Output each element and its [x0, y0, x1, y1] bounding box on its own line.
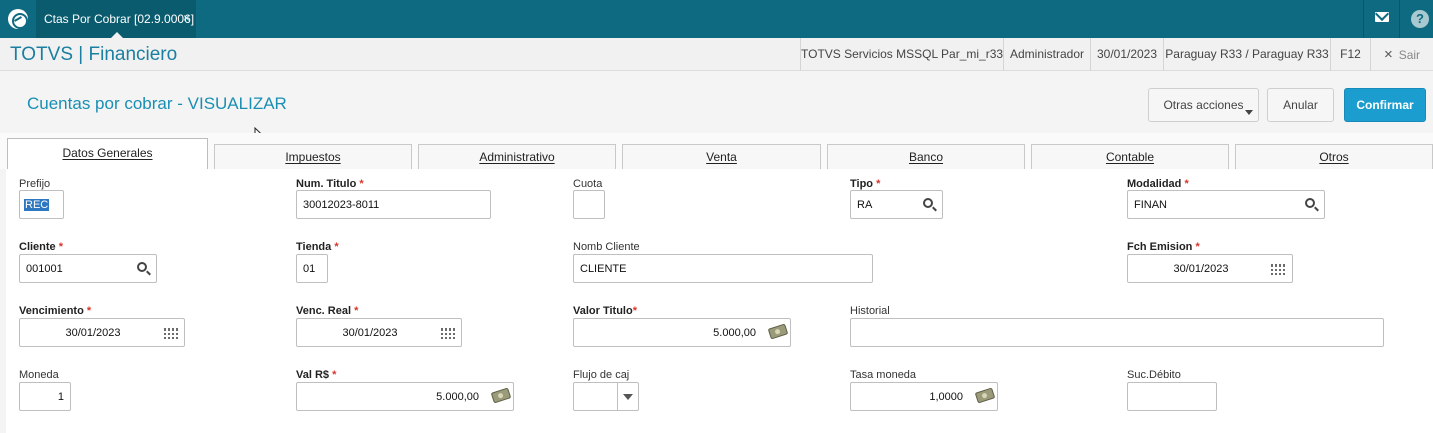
- tienda-label: Tienda *: [296, 241, 339, 253]
- val-rs-field[interactable]: 5.000,00: [296, 382, 514, 411]
- suc-debito-field[interactable]: [1127, 382, 1217, 411]
- tab-impuestos[interactable]: Impuestos: [214, 144, 412, 169]
- vencimiento-field[interactable]: 30/01/2023: [19, 318, 185, 347]
- prefijo-field[interactable]: REC: [19, 190, 64, 219]
- modalidad-field[interactable]: FINAN: [1127, 190, 1325, 219]
- f12-shortcut[interactable]: F12: [1330, 38, 1370, 71]
- other-actions-label: Otras acciones: [1163, 98, 1244, 112]
- app-bar: TOTVS | Financiero TOTVS Servicios MSSQL…: [0, 38, 1433, 71]
- prefijo-label: Prefijo: [19, 178, 51, 190]
- environment-info[interactable]: TOTVS Servicios MSSQL Par_mi_r33: [800, 38, 1003, 71]
- search-icon[interactable]: [1305, 198, 1315, 208]
- close-icon[interactable]: ×: [183, 11, 190, 25]
- tasa-moneda-label: Tasa moneda: [850, 369, 917, 381]
- branch-info[interactable]: Paraguay R33 / Paraguay R33: [1163, 38, 1330, 71]
- tab-otros[interactable]: Otros: [1235, 144, 1433, 169]
- cuota-field[interactable]: [573, 190, 605, 219]
- venc-real-field[interactable]: 30/01/2023: [296, 318, 462, 347]
- val-rs-label: Val R$ *: [296, 369, 337, 381]
- chevron-down-icon[interactable]: [623, 394, 633, 400]
- page-title: Cuentas por cobrar - VISUALIZAR: [27, 94, 287, 113]
- nomb-cliente-field[interactable]: CLIENTE: [573, 254, 873, 283]
- nomb-cliente-label: Nomb Cliente: [573, 241, 640, 253]
- help-icon[interactable]: ?: [1411, 10, 1429, 28]
- prefijo-value: REC: [24, 199, 50, 211]
- tienda-field[interactable]: 01: [296, 254, 328, 283]
- calendar-icon[interactable]: [164, 328, 178, 339]
- historial-label: Historial: [850, 305, 890, 317]
- close-icon: ×: [1383, 46, 1393, 63]
- cliente-label: Cliente *: [19, 241, 64, 253]
- page-header: Cuentas por cobrar - VISUALIZAR Otras ac…: [0, 71, 1433, 133]
- valor-titulo-field[interactable]: 5.000,00: [573, 318, 791, 347]
- select-divider: [617, 382, 618, 411]
- exit-label: Sair: [1398, 48, 1421, 62]
- venc-real-label: Venc. Real *: [296, 305, 359, 317]
- confirm-button[interactable]: Confirmar: [1344, 88, 1426, 122]
- top-bar: Ctas Por Cobrar [02.9.0006] × ?: [0, 0, 1433, 38]
- datos-generales-form: Prefijo REC Num. Titulo * 30012023-8011 …: [0, 169, 1433, 433]
- cuota-label: Cuota: [573, 178, 603, 190]
- num-titulo-label: Num. Titulo *: [296, 178, 364, 190]
- search-icon[interactable]: [137, 262, 147, 272]
- valor-titulo-label: Valor Titulo*: [573, 305, 637, 317]
- fch-emision-field[interactable]: 30/01/2023: [1127, 254, 1293, 283]
- vencimiento-label: Vencimiento *: [19, 305, 92, 317]
- other-actions-button[interactable]: Otras acciones: [1148, 88, 1259, 122]
- exit-button[interactable]: × Sair: [1370, 38, 1433, 71]
- tipo-label: Tipo *: [850, 178, 881, 190]
- tab-contable[interactable]: Contable: [1031, 144, 1229, 169]
- fch-emision-label: Fch Emision *: [1127, 241, 1200, 253]
- calendar-icon[interactable]: [441, 328, 455, 339]
- tab-administrativo[interactable]: Administrativo: [418, 144, 616, 169]
- cancel-button[interactable]: Anular: [1267, 88, 1334, 122]
- moneda-field[interactable]: 1: [19, 382, 71, 411]
- flujo-caja-label: Flujo de caj: [573, 369, 630, 381]
- search-icon[interactable]: [923, 198, 933, 208]
- num-titulo-field[interactable]: 30012023-8011: [296, 190, 491, 219]
- form-tabs: Datos Generales Impuestos Administrativo…: [0, 133, 1433, 169]
- app-title: TOTVS | Financiero: [10, 44, 178, 65]
- date-info[interactable]: 30/01/2023: [1090, 38, 1163, 71]
- suc-debito-label: Suc.Débito: [1127, 369, 1181, 381]
- modalidad-label: Modalidad *: [1127, 178, 1189, 190]
- tab-datos-generales[interactable]: Datos Generales: [7, 138, 208, 169]
- moneda-label: Moneda: [19, 369, 59, 381]
- calendar-icon[interactable]: [1271, 264, 1285, 275]
- totvs-logo-icon[interactable]: [8, 9, 28, 29]
- historial-field[interactable]: [850, 318, 1384, 347]
- tab-venta[interactable]: Venta: [622, 144, 821, 169]
- mail-icon[interactable]: [1375, 12, 1389, 22]
- user-info[interactable]: Administrador: [1003, 38, 1090, 71]
- tab-label: Ctas Por Cobrar [02.9.0006]: [44, 12, 195, 26]
- tab-banco[interactable]: Banco: [827, 144, 1025, 169]
- chevron-down-icon: [1245, 110, 1253, 115]
